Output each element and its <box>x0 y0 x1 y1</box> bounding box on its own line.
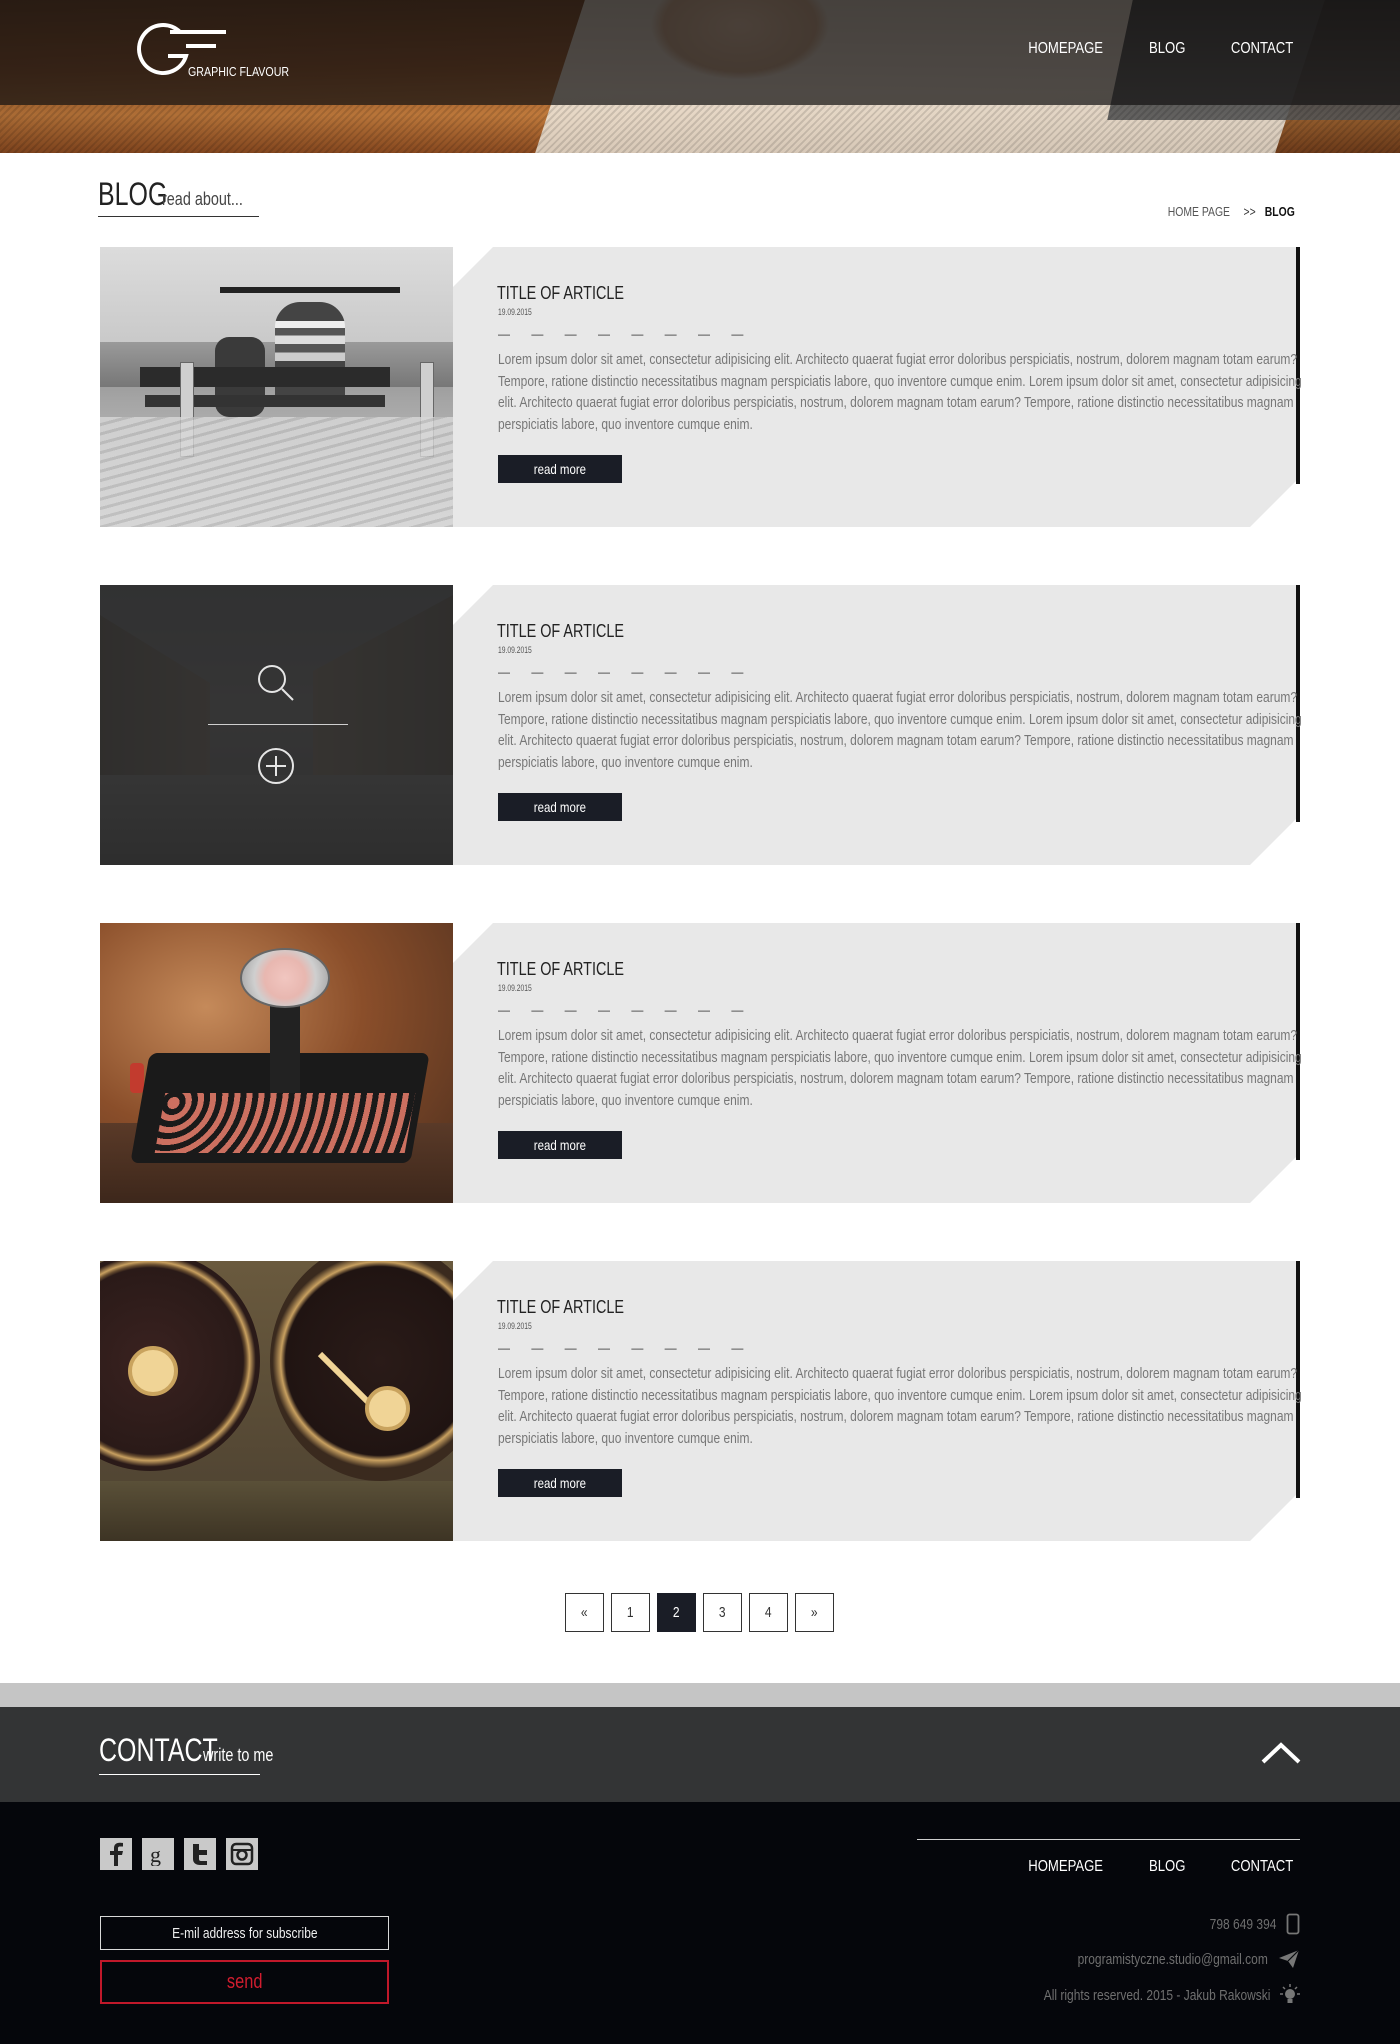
section-divider-strip <box>0 1683 1400 1707</box>
footer-copyright: All rights reserved. 2015 - Jakub Rakows… <box>987 1984 1300 2006</box>
article-card: TITLE OF ARTICLE 19.09.2015 — — — — — — … <box>100 585 1302 865</box>
article-divider: — — — — — — — — <box>498 665 753 679</box>
article-title[interactable]: TITLE OF ARTICLE <box>497 1297 624 1318</box>
read-more-label: read more <box>533 1475 587 1491</box>
nav-homepage[interactable]: HOMEPAGE <box>1028 40 1103 58</box>
footer-nav-line <box>917 1839 1300 1840</box>
copyright-text: All rights reserved. 2015 - Jakub Rakows… <box>1043 1986 1270 2004</box>
nav-contact[interactable]: CONTACT <box>1231 40 1293 58</box>
twitter-icon[interactable] <box>184 1838 216 1870</box>
footer-nav-homepage[interactable]: HOMEPAGE <box>1028 1858 1103 1876</box>
pagination-page-2-current[interactable]: 2 <box>657 1593 696 1632</box>
read-more-label: read more <box>533 799 587 815</box>
read-more-button[interactable]: read more <box>498 1469 622 1497</box>
page-title-main: BLOG <box>98 176 168 212</box>
send-label: send <box>226 1970 263 1993</box>
pagination-first-label: « <box>581 1604 588 1621</box>
pagination-page-label: 3 <box>719 1604 726 1621</box>
breadcrumb-home[interactable]: HOME PAGE <box>1168 204 1230 219</box>
brand-name: GRAPHIC FLAVOUR <box>188 64 290 79</box>
footer-nav: HOMEPAGE BLOG CONTACT <box>1020 1858 1300 1876</box>
article-image-beach-bench[interactable] <box>100 247 453 527</box>
plus-circle-icon[interactable] <box>257 747 295 785</box>
read-more-button[interactable]: read more <box>498 455 622 483</box>
read-more-button[interactable]: read more <box>498 793 622 821</box>
page-title: BLOG read about... <box>98 176 263 213</box>
article-card: TITLE OF ARTICLE 19.09.2015 — — — — — — … <box>100 923 1302 1203</box>
article-excerpt: Lorem ipsum dolor sit amet, consectetur … <box>498 689 1302 771</box>
article-image-canal[interactable] <box>100 585 453 865</box>
nav-blog[interactable]: BLOG <box>1149 40 1185 58</box>
contact-title-main: CONTACT <box>99 1732 218 1768</box>
top-navigation-bar: GRAPHIC FLAVOUR HOMEPAGE BLOG CONTACT <box>0 0 1400 105</box>
article-excerpt: Lorem ipsum dolor sit amet, consectetur … <box>498 1365 1302 1447</box>
pagination-last-button[interactable]: » <box>795 1593 834 1632</box>
read-more-label: read more <box>533 461 587 477</box>
pagination-page-label: 2 <box>673 1604 680 1621</box>
article-card: TITLE OF ARTICLE 19.09.2015 — — — — — — … <box>100 1261 1302 1541</box>
article-image-gauges[interactable] <box>100 1261 453 1541</box>
svg-text:g: g <box>150 1842 161 1866</box>
lightbulb-icon <box>1280 1984 1300 2003</box>
send-button[interactable]: send <box>100 1960 389 2004</box>
breadcrumb-current: BLOG <box>1265 204 1296 219</box>
pagination: « 1 2 3 4 » <box>565 1593 834 1632</box>
article-card: TITLE OF ARTICLE 19.09.2015 — — — — — — … <box>100 247 1302 527</box>
article-image-typewriter[interactable] <box>100 923 453 1203</box>
article-excerpt: Lorem ipsum dolor sit amet, consectetur … <box>498 351 1302 433</box>
overlay-divider <box>208 724 348 725</box>
image-hover-overlay <box>100 585 453 865</box>
footer-email: programistyczne.studio@gmail.com <box>1030 1949 1300 1969</box>
breadcrumb-separator: >> <box>1243 204 1256 219</box>
article-date: 19.09.2015 <box>498 645 532 655</box>
article-date: 19.09.2015 <box>498 1321 532 1331</box>
scroll-up-chevron-icon[interactable] <box>1260 1740 1302 1766</box>
article-title[interactable]: TITLE OF ARTICLE <box>497 959 624 980</box>
phone-number: 798 649 394 <box>1209 1915 1276 1933</box>
social-links: g <box>100 1838 258 1870</box>
article-date: 19.09.2015 <box>498 983 532 993</box>
contact-title-sub: write to me <box>203 1745 274 1765</box>
footer-nav-blog[interactable]: BLOG <box>1149 1858 1185 1876</box>
article-title[interactable]: TITLE OF ARTICLE <box>497 621 624 642</box>
pagination-page-4[interactable]: 4 <box>749 1593 788 1632</box>
hero-stripes <box>0 105 1400 153</box>
pagination-page-label: 1 <box>627 1604 634 1621</box>
google-plus-icon[interactable]: g <box>142 1838 174 1870</box>
pagination-page-1[interactable]: 1 <box>611 1593 650 1632</box>
page-title-sub: read about... <box>162 189 243 209</box>
pagination-page-label: 4 <box>765 1604 772 1621</box>
contact-title: CONTACT write to me <box>99 1732 291 1769</box>
breadcrumb: HOME PAGE >> BLOG <box>1160 204 1299 219</box>
contact-underline <box>99 1774 260 1775</box>
read-more-label: read more <box>533 1137 587 1153</box>
main-nav: HOMEPAGE BLOG CONTACT <box>1020 40 1300 58</box>
footer-phone: 798 649 394 <box>1193 1913 1300 1935</box>
instagram-icon[interactable] <box>226 1838 258 1870</box>
article-excerpt: Lorem ipsum dolor sit amet, consectetur … <box>498 1027 1302 1109</box>
magnifier-icon[interactable] <box>256 663 296 703</box>
read-more-button[interactable]: read more <box>498 1131 622 1159</box>
pagination-page-3[interactable]: 3 <box>703 1593 742 1632</box>
facebook-icon[interactable] <box>100 1838 132 1870</box>
article-divider: — — — — — — — — <box>498 327 753 341</box>
article-title[interactable]: TITLE OF ARTICLE <box>497 283 624 304</box>
subscribe-email-input[interactable] <box>100 1916 389 1950</box>
footer-nav-contact[interactable]: CONTACT <box>1231 1858 1293 1876</box>
article-divider: — — — — — — — — <box>498 1003 753 1017</box>
paper-plane-icon <box>1279 1949 1300 1968</box>
title-underline <box>98 216 259 217</box>
article-date: 19.09.2015 <box>498 307 532 317</box>
phone-icon <box>1286 1913 1300 1935</box>
email-address[interactable]: programistyczne.studio@gmail.com <box>1078 1951 1268 1968</box>
article-divider: — — — — — — — — <box>498 1341 753 1355</box>
pagination-first-button[interactable]: « <box>565 1593 604 1632</box>
pagination-last-label: » <box>811 1604 818 1621</box>
